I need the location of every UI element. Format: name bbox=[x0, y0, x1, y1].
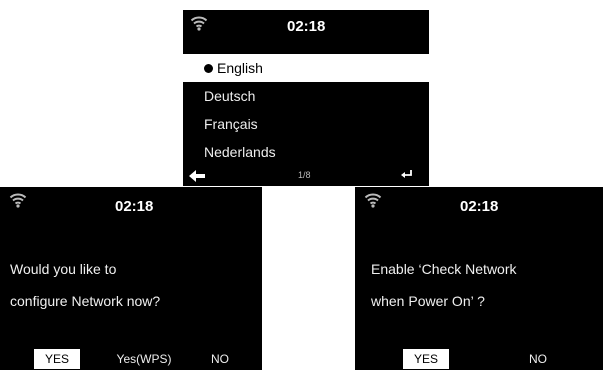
selected-bullet-icon bbox=[204, 63, 213, 73]
yes-button[interactable]: YES bbox=[403, 349, 449, 369]
no-button[interactable]: NO bbox=[205, 349, 235, 369]
yes-wps-button[interactable]: Yes(WPS) bbox=[114, 349, 174, 369]
enter-icon[interactable] bbox=[401, 170, 413, 180]
question-line-1: Enable ‘Check Network bbox=[371, 261, 517, 277]
language-item-english[interactable]: English bbox=[183, 54, 429, 82]
network-config-screen: 02:18 Would you like to configure Networ… bbox=[0, 187, 262, 370]
check-network-screen: 02:18 Enable ‘Check Network when Power O… bbox=[355, 187, 603, 370]
question-line-2: when Power On’ ? bbox=[371, 293, 485, 309]
clock: 02:18 bbox=[115, 198, 154, 215]
arrow-left-icon[interactable] bbox=[189, 170, 205, 182]
language-screen: 02:18 English Deutsch Français Nederland… bbox=[183, 10, 429, 186]
wifi-icon bbox=[9, 193, 27, 208]
language-label: Nederlands bbox=[204, 144, 276, 160]
wifi-icon bbox=[190, 16, 208, 31]
clock: 02:18 bbox=[460, 198, 499, 215]
clock: 02:18 bbox=[287, 18, 326, 35]
language-label: Français bbox=[204, 116, 258, 132]
status-bar: 02:18 bbox=[0, 187, 262, 219]
language-list: English Deutsch Français Nederlands bbox=[183, 54, 429, 166]
language-label: English bbox=[217, 60, 263, 76]
language-label: Deutsch bbox=[204, 88, 256, 104]
page-indicator: 1/8 bbox=[298, 170, 311, 180]
language-item-nederlands[interactable]: Nederlands bbox=[183, 138, 429, 166]
no-button[interactable]: NO bbox=[523, 349, 553, 369]
wifi-icon bbox=[364, 193, 382, 208]
footer: 1/8 bbox=[183, 166, 429, 186]
language-item-francais[interactable]: Français bbox=[183, 110, 429, 138]
language-item-deutsch[interactable]: Deutsch bbox=[183, 82, 429, 110]
question-line-2: configure Network now? bbox=[10, 293, 161, 309]
question-line-1: Would you like to bbox=[10, 261, 117, 277]
yes-button[interactable]: YES bbox=[34, 349, 80, 369]
status-bar: 02:18 bbox=[183, 10, 429, 42]
status-bar: 02:18 bbox=[355, 187, 603, 219]
